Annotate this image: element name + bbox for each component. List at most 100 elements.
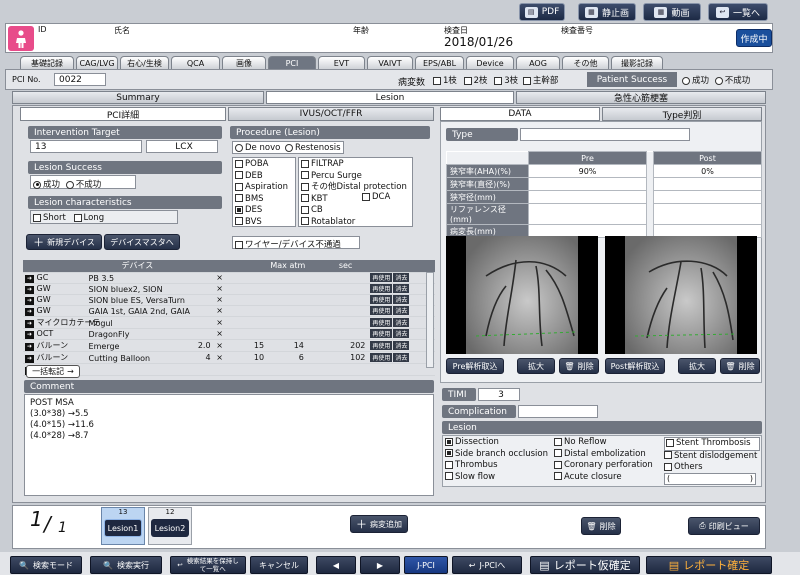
tab-10[interactable]: AOG	[516, 56, 560, 69]
tab-pci-detail[interactable]: PCI詳細	[20, 107, 226, 121]
complication-field[interactable]	[518, 405, 598, 418]
timi-field[interactable]: 3	[478, 388, 520, 401]
pre-value[interactable]	[528, 203, 647, 225]
lesion-2-checkbox[interactable]: 2枝	[463, 76, 488, 86]
report-confirm-button[interactable]: ▤ レポート確定	[646, 556, 772, 574]
complication-checkbox[interactable]: Dissection	[445, 437, 548, 449]
complication-checkbox[interactable]: Others	[664, 462, 760, 474]
success-radio[interactable]: 成功	[682, 76, 709, 86]
table-row[interactable]: ➜ GC PB 3.5 × 再使用 消去	[23, 272, 435, 284]
new-device-button[interactable]: ＋新規デバイス	[26, 234, 102, 250]
add-lesion-button[interactable]: ＋病変追加	[350, 515, 408, 533]
table-row[interactable]: ➜ バルーン Emerge 2.0 × 15 14 202 再使用 消去	[23, 339, 435, 352]
procedure-checkbox[interactable]: DES	[235, 205, 293, 217]
pre-remove-button[interactable]: 🗑 削除	[559, 358, 599, 374]
search-run-button[interactable]: 🔍 検索実行	[90, 556, 162, 574]
post-value[interactable]	[653, 177, 762, 191]
table-row[interactable]: ➜ バルーン Cutting Balloon 4 × 10 6 102 再使用 消去	[23, 351, 435, 364]
tab-type-classification[interactable]: Type判別	[602, 107, 762, 121]
back-to-list-button[interactable]: ↩ 一覧へ	[708, 3, 768, 21]
tab-1[interactable]: CAG/LVG	[76, 56, 118, 69]
complication-checkbox[interactable]: Side branch occlusion	[445, 449, 548, 461]
lesion-1-checkbox[interactable]: 1枝	[433, 76, 457, 86]
next-button[interactable]: ▶	[360, 556, 400, 574]
tab-data[interactable]: DATA	[440, 107, 600, 121]
tab-12[interactable]: 撮影記録	[611, 56, 663, 69]
remove-button[interactable]: 消去	[393, 306, 410, 315]
reuse-button[interactable]: 再使用	[370, 306, 393, 315]
complication-checkbox[interactable]: Acute closure	[554, 472, 653, 484]
de-novo-radio[interactable]: De novo	[235, 143, 280, 153]
procedure-checkbox[interactable]: その他Distal protection	[301, 182, 410, 194]
movie-button[interactable]: ▦ 動画	[643, 3, 701, 21]
lesion-failure-radio[interactable]: 不成功	[65, 180, 101, 190]
remove-button[interactable]: 消去	[393, 340, 410, 350]
delete-lesion-button[interactable]: 🗑 削除	[581, 517, 621, 535]
post-value[interactable]: 0%	[653, 164, 762, 178]
pre-zoom-button[interactable]: 拡大	[517, 358, 555, 374]
pre-angiogram-view[interactable]	[446, 236, 598, 354]
print-preview-button[interactable]: ⎙ 印刷ビュー	[688, 517, 760, 535]
tab-3[interactable]: QCA	[171, 56, 220, 69]
post-angiogram-view[interactable]	[605, 236, 757, 354]
tab-9[interactable]: Device	[466, 56, 514, 69]
remove-button[interactable]: 消去	[393, 352, 410, 362]
remove-button[interactable]: 消去	[393, 329, 410, 338]
report-tentative-button[interactable]: ▤ レポート仮確定	[530, 556, 640, 574]
keep-results-button[interactable]: ↩ 検索結果を保持して一覧へ	[170, 556, 246, 574]
tab-2[interactable]: 右心/生検	[120, 56, 169, 69]
pre-value[interactable]: 90%	[528, 164, 647, 178]
tab-lesion[interactable]: Lesion	[266, 91, 514, 104]
tab-5[interactable]: PCI	[268, 56, 316, 69]
table-row[interactable]: ➜ GW SION blue ES, VersaTurn × 再使用 消去	[23, 294, 435, 306]
post-remove-button[interactable]: 🗑 削除	[720, 358, 760, 374]
vessel-field[interactable]: LCX	[146, 140, 218, 153]
type-field[interactable]	[520, 128, 690, 141]
arrow-right-icon[interactable]: ➜	[25, 285, 34, 293]
tab-4[interactable]: 画像	[222, 56, 266, 69]
arrow-right-icon[interactable]: ➜	[25, 319, 34, 327]
tab-summary[interactable]: Summary	[12, 91, 264, 104]
pre-capture-button[interactable]: Pre解析取込	[446, 358, 504, 374]
table-row[interactable]: ➜ GW SION bluex2, SION × 再使用 消去	[23, 283, 435, 295]
status-badge[interactable]: 作成中	[736, 29, 772, 47]
procedure-checkbox[interactable]: FILTRAP	[301, 159, 410, 171]
left-main-checkbox[interactable]: 主幹部	[522, 76, 558, 86]
procedure-checkbox[interactable]: KBT	[301, 194, 410, 206]
reuse-button[interactable]: 再使用	[370, 352, 393, 362]
tab-0[interactable]: 基礎記録	[20, 56, 74, 69]
pci-no-field[interactable]: 0022	[54, 73, 106, 86]
tab-11[interactable]: その他	[562, 56, 609, 69]
wire-fail-checkbox[interactable]: ワイヤー/デバイス不通過	[232, 236, 360, 250]
dca-checkbox[interactable]: DCA	[362, 192, 390, 202]
jpci-button[interactable]: J-PCI	[404, 556, 448, 574]
complication-checkbox[interactable]: Coronary perforation	[554, 460, 653, 472]
arrow-right-icon[interactable]: ➜	[25, 307, 34, 315]
intervention-target-field[interactable]: 13	[30, 140, 142, 153]
to-jpci-button[interactable]: ↩ J-PCIへ	[452, 556, 522, 574]
post-value[interactable]	[653, 190, 762, 204]
reuse-button[interactable]: 再使用	[370, 273, 393, 282]
complication-checkbox[interactable]: Slow flow	[445, 472, 548, 484]
arrow-right-icon[interactable]: ➜	[25, 330, 34, 338]
long-checkbox[interactable]: Long	[73, 213, 104, 223]
batch-transcribe-button[interactable]: 一括転記 →	[26, 365, 80, 378]
remove-button[interactable]: 消去	[393, 273, 410, 282]
table-row[interactable]: ➜ マイクロカテーテMogul × 再使用 消去	[23, 316, 435, 329]
cancel-button[interactable]: キャンセル	[250, 556, 308, 574]
arrow-right-icon[interactable]: ➜	[25, 342, 34, 350]
others-text-field[interactable]: ()	[664, 473, 756, 485]
complication-checkbox[interactable]: Stent Thrombosis	[664, 437, 760, 451]
procedure-checkbox[interactable]: Rotablator	[301, 217, 410, 229]
restenosis-radio[interactable]: Restenosis	[285, 143, 341, 153]
table-row[interactable]: ➜ OCT DragonFly × 再使用 消去	[23, 328, 435, 340]
device-master-button[interactable]: デバイスマスタへ	[104, 234, 180, 250]
table-row[interactable]: ➜ 血流温存デ	[23, 363, 435, 376]
device-table-scrollbar[interactable]	[426, 272, 434, 368]
procedure-checkbox[interactable]: BVS	[235, 217, 293, 229]
complication-checkbox[interactable]: Thrombus	[445, 460, 548, 472]
lesion-tab-2[interactable]: 12 Lesion2	[148, 507, 192, 545]
arrow-right-icon[interactable]: ➜	[25, 274, 34, 282]
remove-button[interactable]: 消去	[393, 295, 410, 304]
post-zoom-button[interactable]: 拡大	[678, 358, 716, 374]
